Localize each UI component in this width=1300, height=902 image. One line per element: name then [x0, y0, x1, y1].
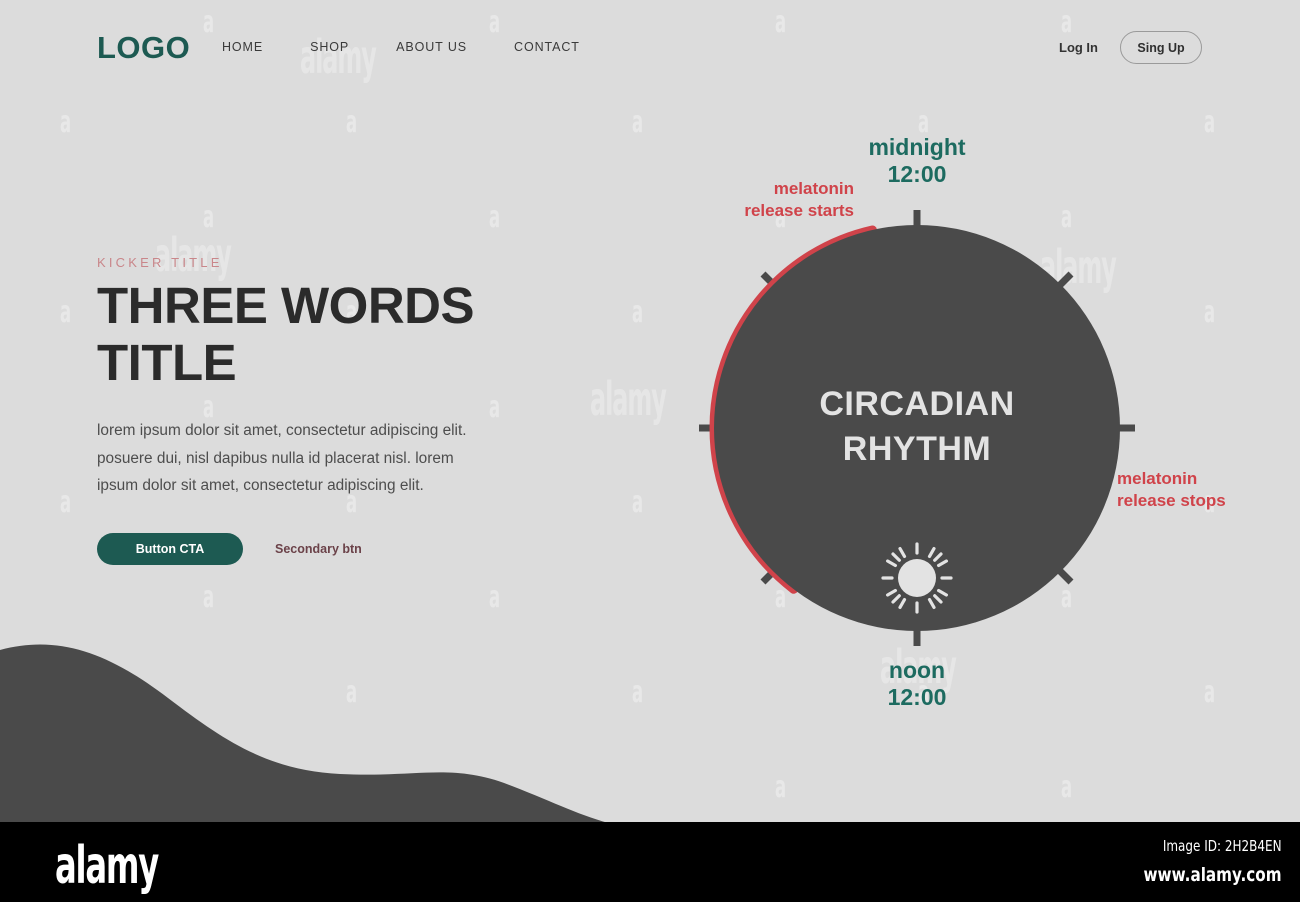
watermark-letter: a: [775, 770, 786, 805]
nav-link-home[interactable]: HOME: [222, 40, 263, 54]
hero-title: THREE WORDS TITLE: [97, 277, 475, 391]
nav-link-shop[interactable]: SHOP: [310, 40, 349, 54]
signup-button[interactable]: Sing Up: [1120, 31, 1202, 64]
label-midnight-text: midnight: [868, 134, 966, 160]
hero-body-text: lorem ipsum dolor sit amet, consectetur …: [97, 422, 467, 495]
label-melatonin-release-stops: melatonin release stops: [1117, 469, 1226, 511]
site-logo[interactable]: LOGO: [97, 30, 190, 66]
nav-link-about-us[interactable]: ABOUT US: [396, 40, 467, 54]
decorative-wave-shape: [0, 644, 616, 825]
hero-kicker: KICKER TITLE: [97, 255, 223, 270]
watermark-letter: a: [60, 105, 71, 140]
alamy-url-text: www.alamy.com: [1143, 864, 1282, 886]
label-noon: noon 12:00: [822, 657, 1012, 710]
hero-section: KICKER TITLE THREE WORDS TITLE lorem ipsu…: [97, 255, 517, 566]
nav-link-contact[interactable]: CONTACT: [514, 40, 580, 54]
image-id-text: Image ID: 2H2B4EN: [1163, 837, 1282, 855]
secondary-button[interactable]: Secondary btn: [275, 542, 362, 556]
cta-button[interactable]: Button CTA: [97, 533, 243, 566]
dial-center-title: CIRCADIAN RHYTHM: [819, 385, 1015, 469]
hero-actions: Button CTA Secondary btn: [97, 533, 517, 566]
watermark-letter: a: [346, 105, 357, 140]
label-noon-text: noon: [888, 657, 946, 683]
footer-meta: Image ID: 2H2B4EN www.alamy.com: [1144, 837, 1282, 886]
watermark-letter: a: [203, 200, 214, 235]
login-link[interactable]: Log In: [1059, 40, 1098, 55]
nav-links: HOME SHOP ABOUT US CONTACT: [222, 40, 580, 54]
label-melatonin-release-starts: melatonin release starts: [744, 179, 854, 221]
watermark-letter: a: [489, 200, 500, 235]
watermark-letter: a: [60, 485, 71, 520]
watermark-letter: a: [60, 295, 71, 330]
watermark-letter: a: [1061, 770, 1072, 805]
label-noon-time: 12:00: [887, 683, 947, 710]
alamy-logo: alamy: [55, 836, 159, 896]
alamy-footer-bar: alamy Image ID: 2H2B4EN www.alamy.com: [0, 822, 1300, 902]
top-navigation-bar: LOGO HOME SHOP ABOUT US CONTACT Log In S…: [0, 0, 1300, 96]
page-root: aaaaaaaaaaaaaaaaaaaaaaaaaaaaaaaaaaaaaaaa…: [0, 0, 1300, 902]
sun-icon: [881, 542, 953, 614]
